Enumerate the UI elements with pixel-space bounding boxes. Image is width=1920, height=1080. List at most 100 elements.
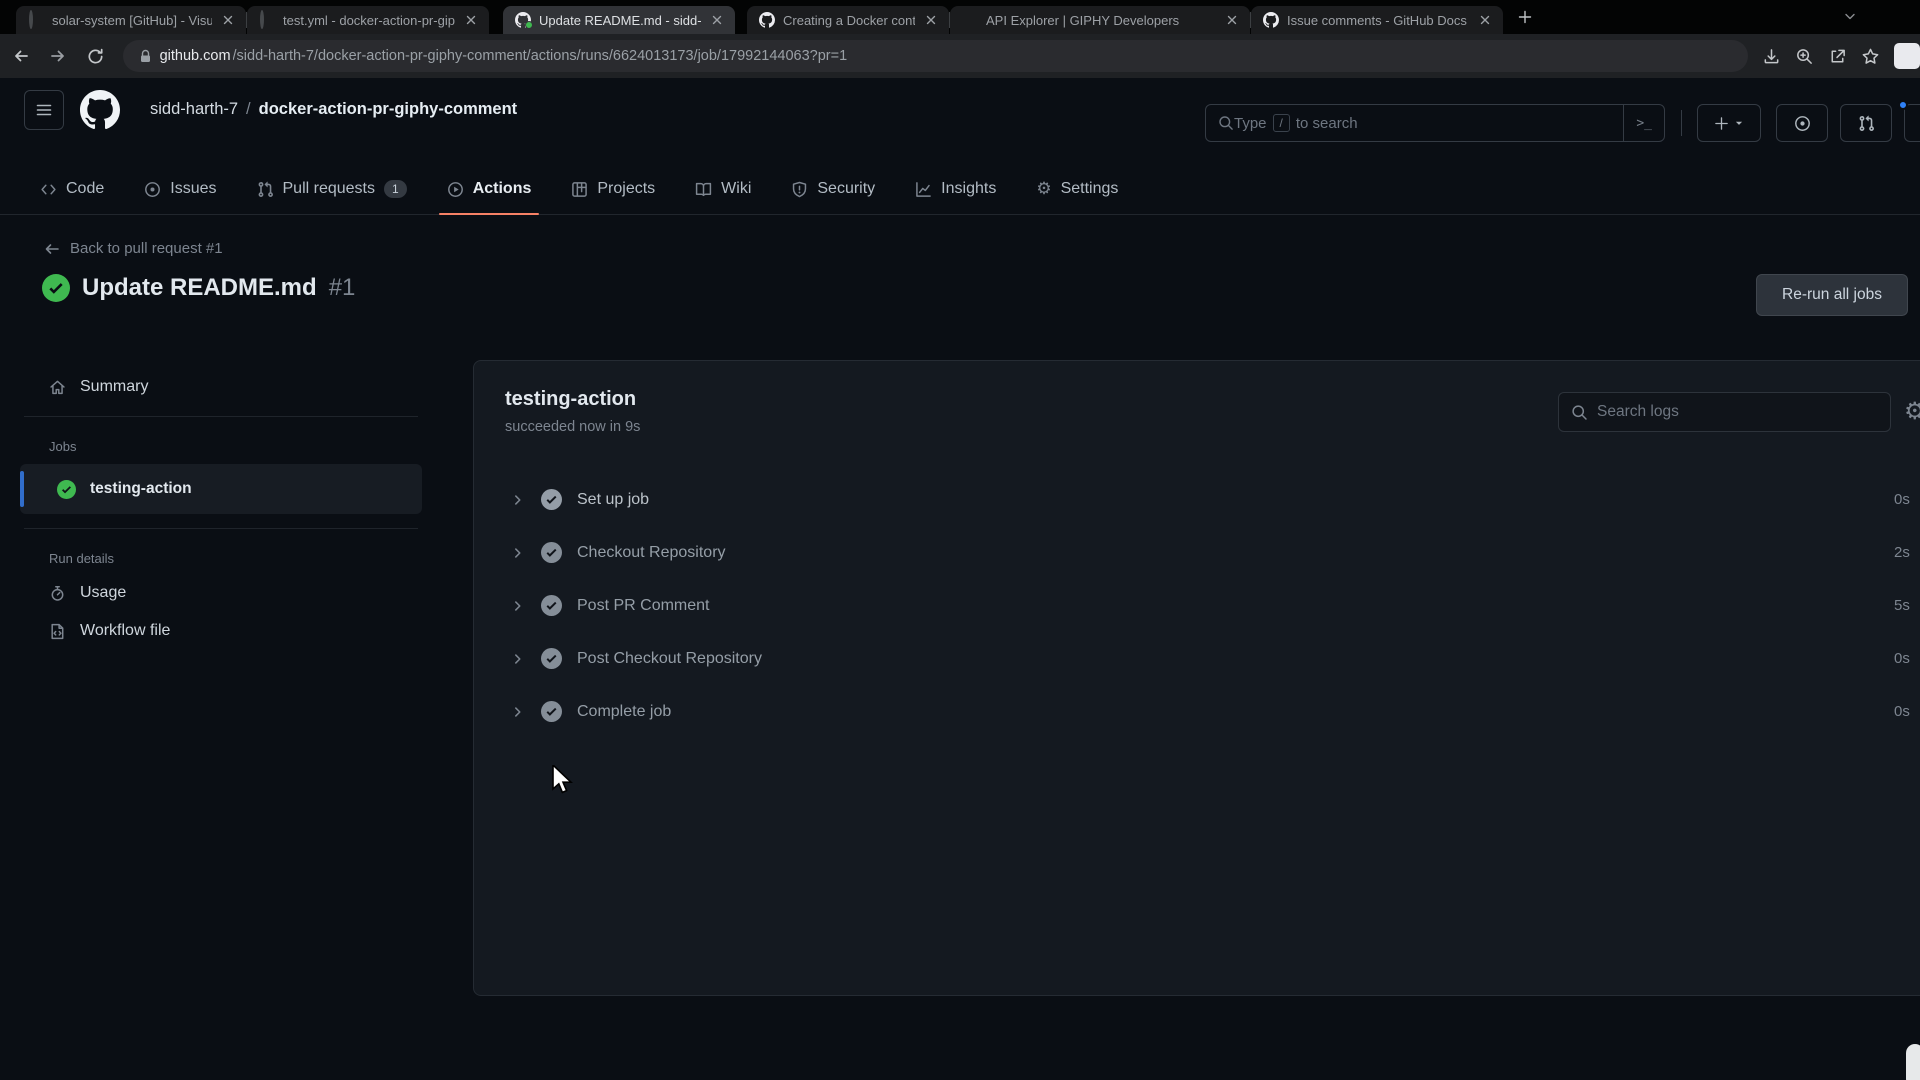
chevron-right-icon[interactable] <box>511 705 525 719</box>
bookmark-star-icon[interactable] <box>1861 47 1880 66</box>
step-row-complete-job[interactable]: Complete job 0s <box>474 685 1920 738</box>
close-tab-icon[interactable] <box>220 12 236 28</box>
tab-pull-requests[interactable]: Pull requests 1 <box>241 164 423 214</box>
sidebar-item-summary[interactable]: Summary <box>20 368 422 406</box>
close-tab-icon[interactable] <box>709 12 725 28</box>
job-log-card: testing-action succeeded now in 9s ⚙ Set… <box>473 360 1920 996</box>
tab-insights[interactable]: Insights <box>899 164 1012 214</box>
job-success-check-icon <box>57 480 76 499</box>
step-check-icon <box>541 595 562 616</box>
status-green-dot <box>525 21 533 29</box>
github-logo-icon[interactable] <box>80 90 120 130</box>
tab-issues[interactable]: Issues <box>128 164 232 214</box>
back-icon[interactable] <box>4 39 38 73</box>
giphy-doc-favicon-icon <box>962 12 978 28</box>
create-new-button[interactable] <box>1697 104 1761 142</box>
unread-notification-dot <box>1898 100 1908 110</box>
step-row-checkout-repository[interactable]: Checkout Repository 2s <box>474 526 1920 579</box>
code-icon <box>40 181 57 198</box>
browser-tab-giphy[interactable]: API Explorer | GIPHY Developers <box>950 6 1250 34</box>
tab-title: API Explorer | GIPHY Developers <box>986 13 1216 28</box>
actions-play-icon <box>447 181 464 198</box>
breadcrumb-separator: / <box>246 100 251 119</box>
chevron-right-icon[interactable] <box>511 599 525 613</box>
notifications-inbox-button[interactable] <box>1904 104 1920 142</box>
job-status-text: succeeded now in 9s <box>505 419 640 435</box>
browser-tab-github-docs[interactable]: Issue comments - GitHub Docs <box>1251 6 1503 34</box>
step-check-icon <box>541 701 562 722</box>
browser-tab-testyml[interactable]: test.yml - docker-action-pr-giph <box>247 6 489 34</box>
tab-code[interactable]: Code <box>24 164 120 214</box>
run-sidebar: Summary Jobs testing-action Run details … <box>20 368 422 650</box>
new-tab-button[interactable] <box>1511 3 1539 31</box>
scrollbar-thumb[interactable] <box>1906 1044 1920 1080</box>
close-tab-icon[interactable] <box>463 12 479 28</box>
tab-security[interactable]: Security <box>775 164 891 214</box>
chevron-right-icon[interactable] <box>511 652 525 666</box>
close-tab-icon[interactable] <box>923 12 939 28</box>
step-check-icon <box>541 542 562 563</box>
step-row-post-pr-comment[interactable]: Post PR Comment 5s <box>474 579 1920 632</box>
tab-title: Update README.md - sidd-harth <box>539 13 701 28</box>
search-placeholder: Type / to search <box>1234 114 1623 132</box>
url-bar[interactable]: github.com/sidd-harth-7/docker-action-pr… <box>123 40 1748 72</box>
close-tab-icon[interactable] <box>1477 12 1493 28</box>
chevron-right-icon[interactable] <box>511 546 525 560</box>
header-divider <box>1681 110 1682 136</box>
tab-wiki[interactable]: Wiki <box>679 164 767 214</box>
zoom-in-icon[interactable] <box>1795 47 1814 66</box>
search-logs-box <box>1558 392 1891 432</box>
browser-tab-vscode[interactable]: solar-system [GitHub] - Visual St <box>16 6 246 34</box>
tab-projects[interactable]: Projects <box>555 164 671 214</box>
mouse-cursor <box>551 765 577 795</box>
tab-title: Issue comments - GitHub Docs <box>1287 13 1469 28</box>
search-icon <box>1218 115 1234 131</box>
projects-table-icon <box>571 181 588 198</box>
pull-requests-dashboard-button[interactable] <box>1840 104 1892 142</box>
download-icon[interactable] <box>1762 47 1781 66</box>
chevron-down-icon[interactable] <box>1842 8 1858 24</box>
forward-icon[interactable] <box>42 39 76 73</box>
run-number[interactable]: #1 <box>329 274 356 302</box>
command-palette-icon[interactable]: >_ <box>1623 105 1664 141</box>
close-tab-icon[interactable] <box>1224 12 1240 28</box>
chevron-right-icon[interactable] <box>511 493 525 507</box>
step-duration: 0s <box>1894 650 1910 667</box>
step-check-icon <box>541 489 562 510</box>
sidebar-divider <box>24 528 418 529</box>
share-icon[interactable] <box>1828 47 1847 66</box>
rerun-all-jobs-button[interactable]: Re-run all jobs <box>1756 274 1908 316</box>
file-code-icon <box>49 623 66 640</box>
reload-icon[interactable] <box>79 39 113 73</box>
hamburger-menu-button[interactable] <box>24 90 64 130</box>
sidebar-item-workflow-file[interactable]: Workflow file <box>20 612 422 650</box>
sidebar-item-usage[interactable]: Usage <box>20 574 422 612</box>
run-title-row: Update README.md #1 <box>42 274 355 302</box>
browser-tab-active-actions-run[interactable]: Update README.md - sidd-harth <box>503 6 735 34</box>
tab-settings[interactable]: ⚙ Settings <box>1020 164 1134 214</box>
search-logs-input[interactable] <box>1597 403 1878 421</box>
breadcrumb-repo[interactable]: docker-action-pr-giphy-comment <box>259 100 518 119</box>
global-search-input[interactable]: Type / to search >_ <box>1205 104 1665 142</box>
step-row-set-up-job[interactable]: Set up job 0s <box>474 473 1920 526</box>
gear-icon: ⚙ <box>1036 181 1051 198</box>
jobs-section-label: Jobs <box>20 427 422 462</box>
github-favicon-icon <box>1263 12 1279 28</box>
breadcrumb-owner[interactable]: sidd-harth-7 <box>150 100 238 119</box>
tab-actions[interactable]: Actions <box>431 164 548 214</box>
job-name-heading: testing-action <box>505 388 636 411</box>
security-shield-icon <box>791 181 808 198</box>
github-favicon-icon <box>759 12 775 28</box>
profile-avatar[interactable] <box>1894 43 1920 69</box>
issues-dashboard-button[interactable] <box>1776 104 1828 142</box>
github-favicon-icon <box>515 12 531 28</box>
vscode-favicon-icon <box>259 12 275 28</box>
address-bar-actions <box>1762 43 1920 69</box>
log-settings-gear-icon[interactable]: ⚙ <box>1904 397 1920 425</box>
browser-tab-docker-docs[interactable]: Creating a Docker container acti <box>747 6 949 34</box>
arrow-left-icon <box>44 241 60 257</box>
step-row-post-checkout-repository[interactable]: Post Checkout Repository 0s <box>474 632 1920 685</box>
sidebar-job-testing-action[interactable]: testing-action <box>20 464 422 514</box>
back-to-pull-request-link[interactable]: Back to pull request #1 <box>44 240 223 257</box>
pull-requests-count-badge: 1 <box>384 180 407 198</box>
